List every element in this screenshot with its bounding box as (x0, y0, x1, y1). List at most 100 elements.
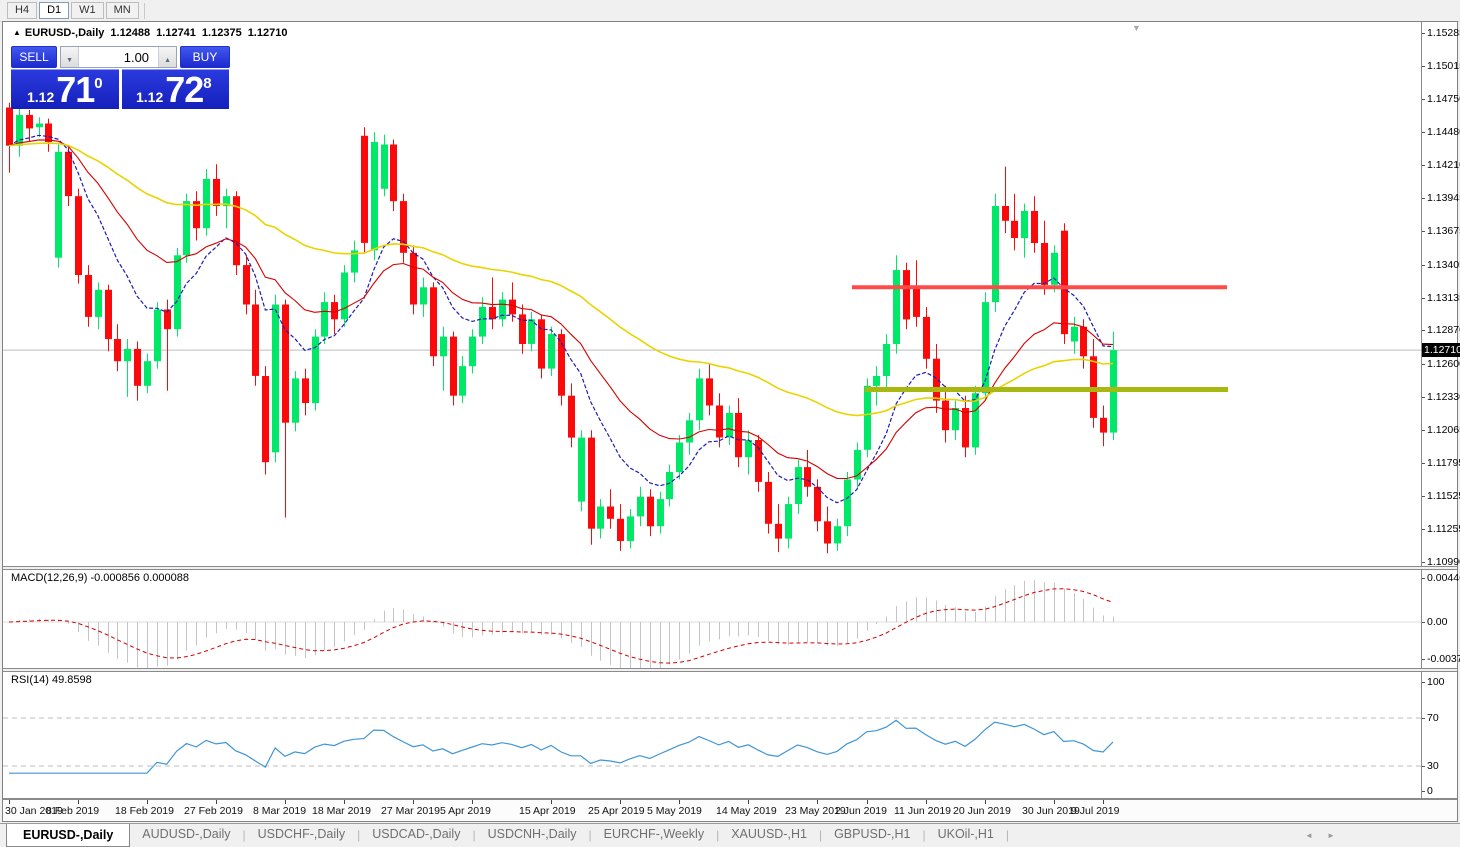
tab-usdcad-daily[interactable]: USDCAD-,Daily (360, 824, 472, 845)
tab-gbpusd-h1[interactable]: GBPUSD-,H1 (822, 824, 922, 845)
date-label: 27 Mar 2019 (381, 805, 440, 817)
axis-tick-mark (1422, 397, 1425, 398)
rsi-pane[interactable]: RSI(14) 49.8598 (3, 672, 1421, 798)
date-tick-mark (216, 800, 217, 804)
candle-body (795, 467, 802, 504)
axis-tick-mark (1422, 364, 1425, 365)
candle-body (804, 467, 811, 487)
axis-tick-mark (1422, 265, 1425, 266)
axis-tick-mark (1422, 132, 1425, 133)
axis-tick-mark (1422, 682, 1425, 683)
tab-ukoil-h1[interactable]: UKOil-,H1 (926, 824, 1006, 845)
candle-body (459, 366, 466, 396)
tabs-scroll-left-icon[interactable]: ◄ (1305, 831, 1313, 840)
date-tick-mark (985, 800, 986, 804)
macd-pane[interactable]: MACD(12,26,9) -0.000856 0.000088 (3, 570, 1421, 668)
timeframe-button-mn[interactable]: MN (106, 2, 139, 19)
timeframe-button-h4[interactable]: H4 (7, 2, 37, 19)
axis-tick-mark (1422, 766, 1425, 767)
timeframe-button-d1[interactable]: D1 (39, 2, 69, 19)
candle-body (65, 152, 72, 196)
current-price-tag: 1.12710 (1422, 343, 1460, 357)
candle-body (1080, 327, 1087, 357)
date-label: 18 Feb 2019 (115, 805, 174, 817)
sell-button[interactable]: SELL (11, 46, 57, 68)
date-tick-mark (679, 800, 680, 804)
axis-label: 1.14210 (1427, 159, 1460, 171)
candle-body (588, 438, 595, 529)
candle-body (775, 524, 782, 539)
tab-usdchf-daily[interactable]: USDCHF-,Daily (246, 824, 358, 845)
candle-body (716, 406, 723, 438)
tab-eurusd-daily[interactable]: EURUSD-,Daily (6, 824, 130, 847)
candle-body (706, 378, 713, 405)
candle-body (617, 519, 624, 541)
sell-price-display[interactable]: 1.12 71 0 (11, 69, 119, 109)
collapse-icon[interactable]: ▲ (13, 28, 21, 37)
main-chart-pane[interactable]: ▲EURUSD-,Daily1.124881.127411.123751.127… (3, 22, 1421, 566)
buy-button[interactable]: BUY (180, 46, 230, 68)
candle-body (952, 408, 959, 430)
axis-tick-mark (1422, 298, 1425, 299)
candle-body (243, 265, 250, 304)
date-label: 15 Apr 2019 (519, 805, 576, 817)
candle-body (213, 179, 220, 206)
candle-body (1100, 418, 1107, 433)
price-axis[interactable]: 1.152851.150151.147501.144801.142101.139… (1421, 22, 1457, 566)
volume-increase-icon: ▲ (164, 57, 171, 64)
candle-body (302, 378, 309, 403)
date-label: 25 Apr 2019 (588, 805, 645, 817)
volume-control: ▼ ▲ (60, 46, 177, 68)
tab-xauusd-h1[interactable]: XAUUSD-,H1 (719, 824, 819, 845)
candle-body (252, 305, 259, 376)
candle-body (597, 507, 604, 529)
date-tick-mark (472, 800, 473, 804)
candle-body (440, 337, 447, 357)
date-label: 2 Jun 2019 (835, 805, 887, 817)
tab-usdcnh-daily[interactable]: USDCNH-,Daily (476, 824, 589, 845)
candle-body (745, 440, 752, 457)
axis-label: 1.15285 (1427, 27, 1460, 39)
candle-body (578, 438, 585, 502)
candle-body (282, 305, 289, 423)
axis-label: 1.13405 (1427, 259, 1460, 271)
axis-label: 0.004465 (1427, 572, 1460, 584)
candle-body (381, 145, 388, 189)
chart-end-marker-icon[interactable]: ▼ (1132, 23, 1141, 33)
buy-price-base: 1.12 (136, 89, 163, 106)
candle-body (124, 349, 131, 361)
axis-tick-mark (1422, 33, 1425, 34)
buy-price-display[interactable]: 1.12 72 8 (122, 69, 229, 109)
volume-decrease-icon: ▼ (66, 57, 73, 64)
ohlc-low: 1.12375 (202, 27, 242, 39)
date-tick-mark (285, 800, 286, 804)
axis-label: 1.10990 (1427, 556, 1460, 568)
date-tick-mark (867, 800, 868, 804)
tabs-scroll-right-icon[interactable]: ► (1327, 831, 1335, 840)
volume-increase-button[interactable]: ▲ (158, 47, 176, 67)
candle-body (893, 270, 900, 344)
axis-label: 100 (1427, 676, 1445, 688)
candle-body (647, 497, 654, 527)
candle-body (341, 273, 348, 320)
tab-eurchf-weekly[interactable]: EURCHF-,Weekly (592, 824, 716, 845)
axis-tick-mark (1422, 622, 1425, 623)
volume-input[interactable] (79, 47, 158, 67)
axis-tick-mark (1422, 99, 1425, 100)
tab-audusd-daily[interactable]: AUDUSD-,Daily (130, 824, 242, 845)
rsi-axis[interactable]: 10070300 (1421, 672, 1457, 798)
date-label: 11 Jun 2019 (894, 805, 951, 817)
candle-body (814, 487, 821, 522)
macd-axis[interactable]: 0.0044650.00-0.00371 (1421, 570, 1457, 668)
candle-body (134, 349, 141, 386)
volume-decrease-button[interactable]: ▼ (61, 47, 79, 67)
timeframe-button-w1[interactable]: W1 (71, 2, 104, 19)
toolbar-separator (144, 3, 145, 19)
candle-body (420, 287, 427, 304)
candle-body (933, 359, 940, 401)
candle-body (272, 305, 279, 453)
axis-label: 1.14750 (1427, 93, 1460, 105)
chart-tab-bar: EURUSD-,DailyAUDUSD-,Daily|USDCHF-,Daily… (0, 823, 1460, 847)
candle-body (154, 310, 161, 362)
date-axis[interactable]: 30 Jan 20198 Feb 201918 Feb 201927 Feb 2… (3, 800, 1457, 821)
